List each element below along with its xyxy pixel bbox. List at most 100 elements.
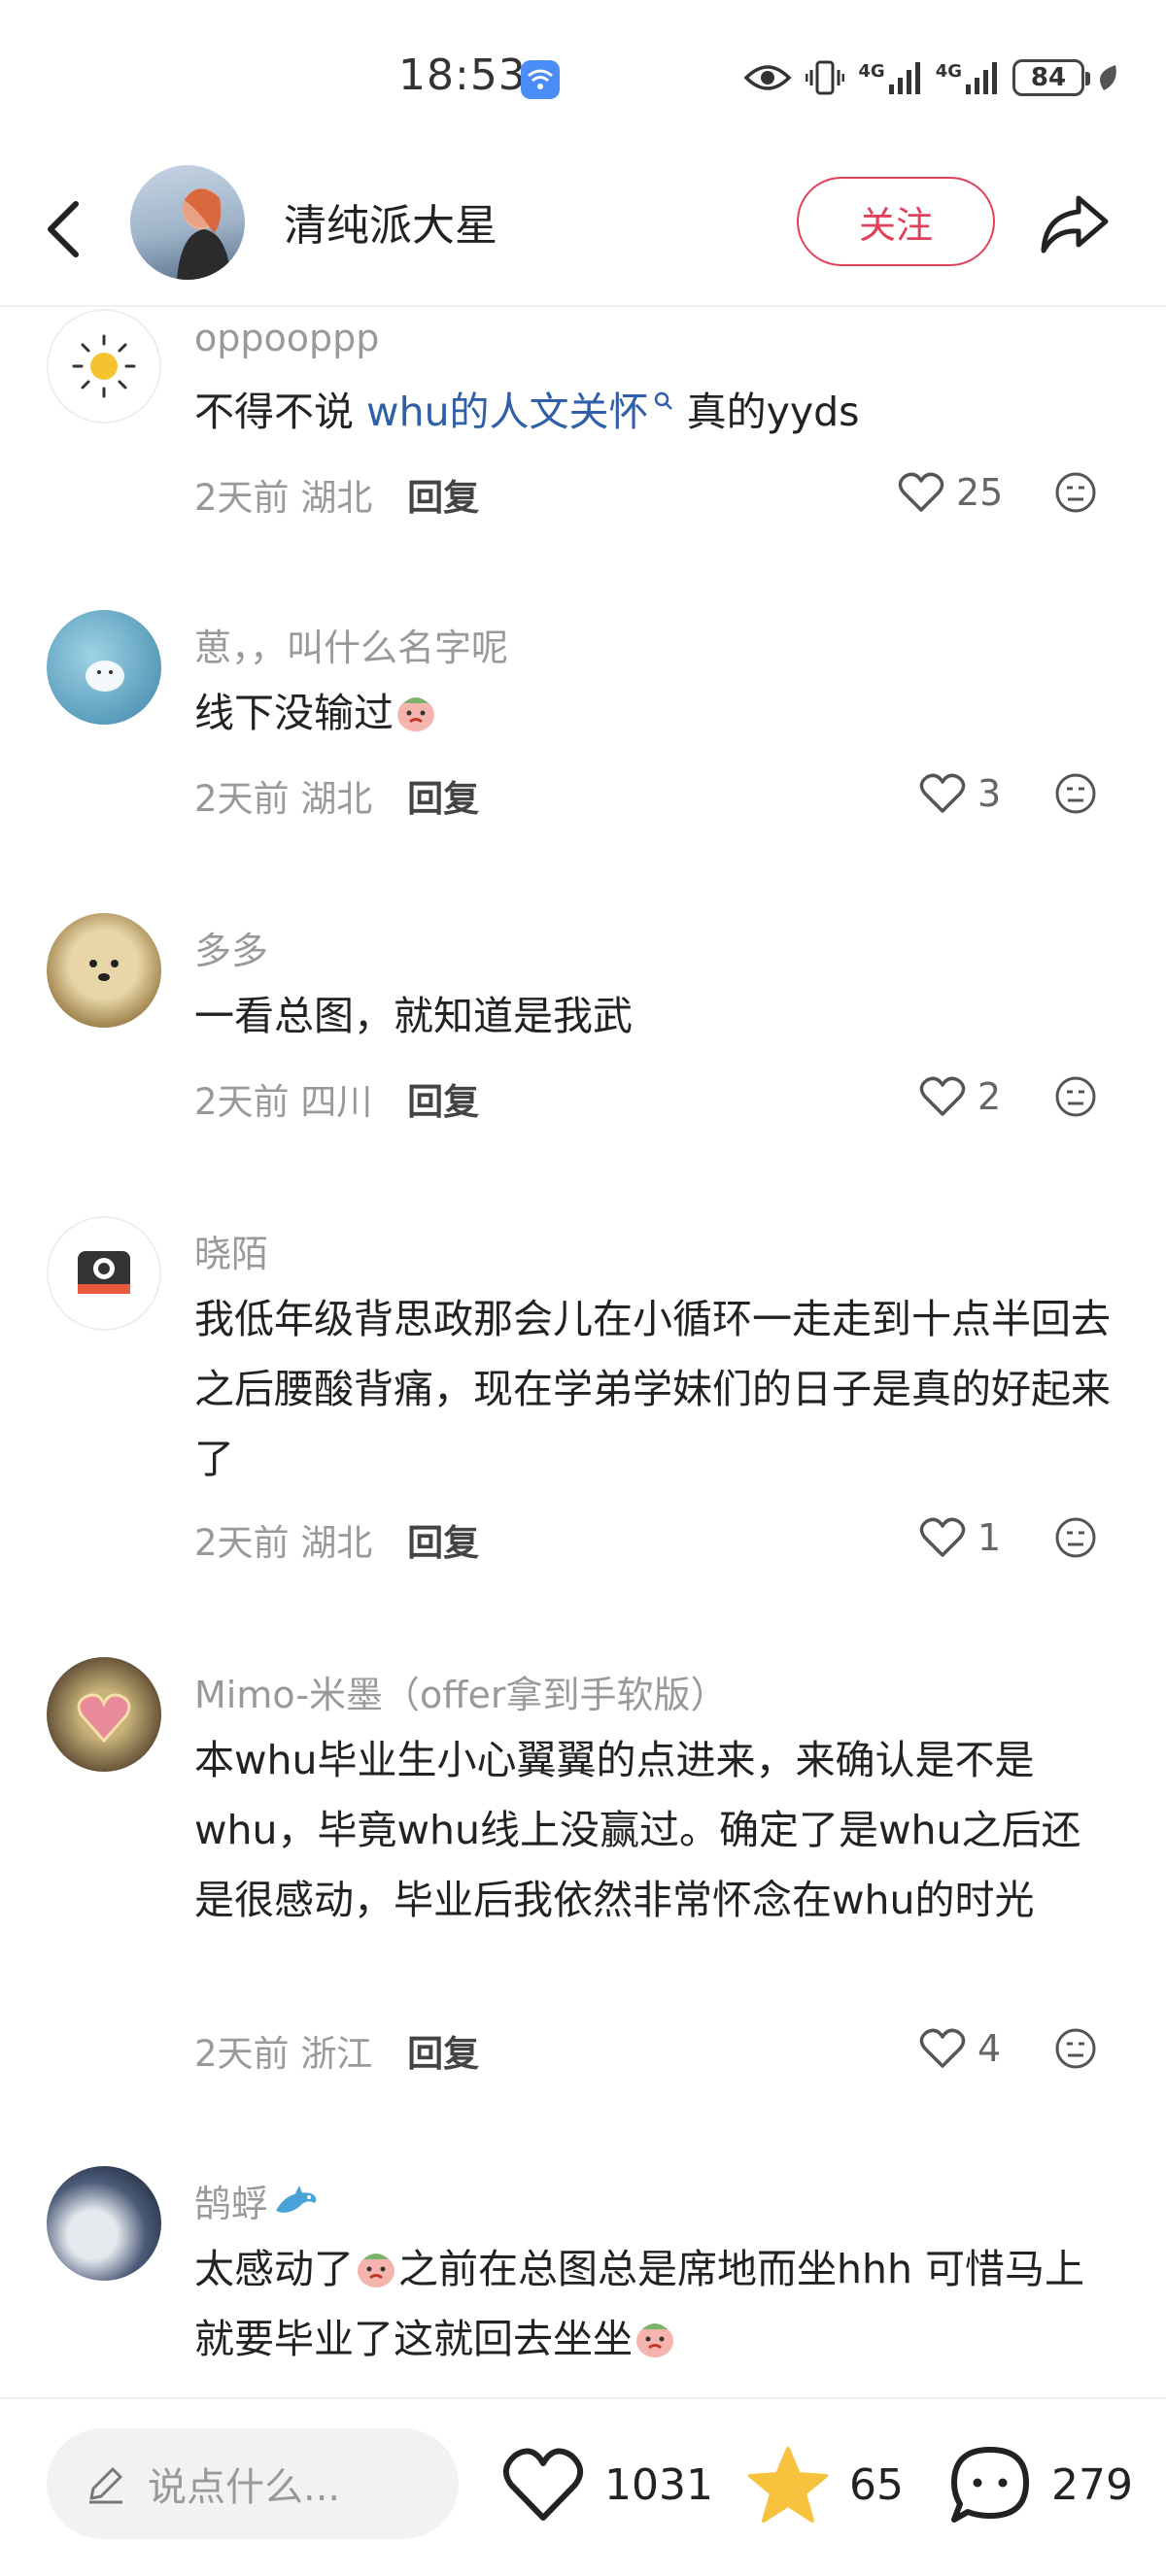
bottom-action-bar: 说点什么... 1031 65 279 — [0, 2397, 1166, 2576]
reply-button[interactable]: 回复 — [407, 778, 479, 820]
like-button[interactable]: 1031 — [501, 2438, 713, 2531]
like-count: 2 — [977, 1075, 1002, 1118]
comment-text-part: 真的yyds — [673, 389, 860, 435]
author-name[interactable]: 清纯派大星 — [284, 190, 497, 253]
commenter-avatar[interactable] — [47, 1216, 161, 1331]
status-icons: 4G 4G 84 — [743, 56, 1119, 99]
comment-item: 多多 一看总图，就知道是我武 2天前 四川 回复 2 — [0, 913, 1166, 1204]
heart-icon — [919, 1076, 966, 1116]
commenter-name[interactable]: Mimo-米墨（offer拿到手软版） — [194, 1665, 727, 1718]
reply-button[interactable]: 回复 — [407, 2033, 479, 2075]
wifi-icon — [521, 60, 560, 99]
vibrate-icon — [806, 60, 845, 95]
signal-2: 4G — [936, 61, 999, 94]
comment-text: 不得不说 whu的人文关怀 真的yyds — [194, 377, 1117, 447]
commenter-name-text: 鹄蜉 — [194, 2183, 269, 2225]
commenter-avatar[interactable] — [47, 309, 161, 424]
blush-sticker-icon — [358, 2254, 394, 2288]
emoji-reaction-icon[interactable] — [1053, 1515, 1098, 1560]
comment-location: 湖北 — [300, 778, 373, 820]
reply-button[interactable]: 回复 — [407, 1081, 479, 1123]
comment-text-part: 不得不说 — [194, 389, 367, 435]
status-time: 18:53 — [398, 51, 527, 100]
heart-icon — [898, 472, 944, 512]
search-link[interactable]: whu的人文关怀 — [366, 389, 674, 435]
battery-indicator: 84 — [1012, 59, 1090, 96]
share-button[interactable] — [1036, 186, 1112, 262]
commenter-name[interactable]: 葸，，叫什么名字呢 — [194, 618, 508, 671]
comment-like-button[interactable]: 3 — [919, 769, 1001, 818]
commenter-avatar[interactable] — [47, 610, 161, 725]
comment-meta: 2天前 浙江 回复 — [194, 2024, 479, 2077]
comment-like-button[interactable]: 25 — [898, 468, 1003, 517]
commenter-name[interactable]: 鹄蜉 — [194, 2174, 321, 2227]
comment-text: 我低年级背思政那会儿在小循环一走走到十点半回去之后腰酸背痛，现在学弟学妹们的日子… — [194, 1284, 1117, 1494]
comment-date: 2天前 — [194, 1522, 290, 1564]
commenter-avatar[interactable] — [47, 2166, 161, 2281]
comment-input-placeholder: 说点什么... — [148, 2465, 341, 2510]
like-total: 1031 — [604, 2459, 713, 2510]
commenter-name[interactable]: oppooppp — [194, 317, 379, 359]
share-icon — [1041, 195, 1109, 254]
heart-icon — [919, 773, 966, 813]
heart-icon — [502, 2448, 584, 2521]
back-button[interactable] — [37, 190, 91, 268]
like-count: 4 — [977, 2027, 1002, 2070]
signal-icon — [966, 62, 997, 94]
comment-like-button[interactable]: 2 — [919, 1072, 1001, 1121]
emoji-reaction-icon[interactable] — [1053, 1074, 1098, 1119]
heart-icon — [919, 1517, 966, 1557]
comment-total: 279 — [1051, 2459, 1133, 2510]
reply-button[interactable]: 回复 — [407, 1522, 479, 1564]
comment-location: 湖北 — [300, 1522, 373, 1564]
comment-text: 本whu毕业生小心翼翼的点进来，来确认是不是whu，毕竟whu线上没赢过。确定了… — [194, 1725, 1117, 1935]
leaf-icon — [1100, 65, 1116, 90]
star-icon — [748, 2447, 828, 2523]
signal-icon — [888, 62, 920, 94]
comment-list[interactable]: oppooppp 不得不说 whu的人文关怀 真的yyds 2天前 湖北 回复 … — [0, 309, 1166, 2397]
comment-like-button[interactable]: 4 — [919, 2024, 1001, 2073]
battery-level: 84 — [1030, 63, 1067, 92]
emoji-reaction-icon[interactable] — [1053, 2026, 1098, 2071]
search-icon — [654, 391, 672, 410]
comment-meta: 2天前 四川 回复 — [194, 1072, 479, 1125]
comment-text-part: 本whu毕业生小心翼翼的点进来，来确认是不是whu，毕竟whu线上没赢过。确定了… — [194, 1737, 1081, 1923]
comment-date: 2天前 — [194, 477, 290, 519]
comment-meta: 2天前 湖北 回复 — [194, 1513, 479, 1566]
emoji-reaction-icon[interactable] — [1053, 771, 1098, 816]
signal-1: 4G — [858, 61, 921, 94]
comment-meta: 2天前 湖北 回复 — [194, 769, 479, 822]
comment-like-button[interactable]: 1 — [919, 1513, 1001, 1562]
follow-label: 关注 — [858, 203, 933, 247]
comment-text-part: 一看总图，就知道是我武 — [194, 993, 633, 1039]
reply-button[interactable]: 回复 — [407, 477, 479, 519]
commenter-name[interactable]: 多多 — [194, 921, 268, 974]
heart-icon — [919, 2028, 966, 2068]
net-label-2: 4G — [935, 61, 962, 82]
collect-button[interactable]: 65 — [746, 2438, 904, 2531]
comment-meta: 2天前 湖北 回复 — [194, 468, 479, 521]
commenter-name[interactable]: 晓陌 — [194, 1224, 268, 1277]
comment-text: 太感动了 之前在总图总是席地而坐hhh 可惜马上就要毕业了这就回去坐坐 — [194, 2234, 1117, 2374]
comment-date: 2天前 — [194, 1081, 290, 1123]
comment-location: 湖北 — [300, 477, 373, 519]
comment-date: 2天前 — [194, 2033, 290, 2075]
comment-item: 晓陌 我低年级背思政那会儿在小循环一走走到十点半回去之后腰酸背痛，现在学弟学妹们… — [0, 1216, 1166, 1653]
blush-sticker-icon — [636, 2323, 673, 2357]
comment-text: 一看总图，就知道是我武 — [194, 981, 1117, 1051]
commenter-avatar[interactable] — [47, 1657, 161, 1772]
chat-bubble-icon — [951, 2447, 1029, 2523]
comment-text-part: 线下没输过 — [194, 690, 394, 736]
emoji-reaction-icon[interactable] — [1053, 470, 1098, 515]
comment-text: 线下没输过 — [194, 678, 1117, 748]
commenter-avatar[interactable] — [47, 913, 161, 1028]
comment-date: 2天前 — [194, 778, 290, 820]
comment-item: 葸，，叫什么名字呢 线下没输过 2天前 湖北 回复 3 — [0, 610, 1166, 901]
comment-item: Mimo-米墨（offer拿到手软版） 本whu毕业生小心翼翼的点进来，来确认是… — [0, 1657, 1166, 2162]
comment-input[interactable]: 说点什么... — [47, 2428, 459, 2539]
net-label-1: 4G — [858, 61, 885, 82]
follow-button[interactable]: 关注 — [797, 177, 995, 266]
comments-button[interactable]: 279 — [948, 2438, 1133, 2531]
comment-location: 浙江 — [300, 2033, 373, 2075]
author-avatar[interactable] — [130, 165, 245, 280]
